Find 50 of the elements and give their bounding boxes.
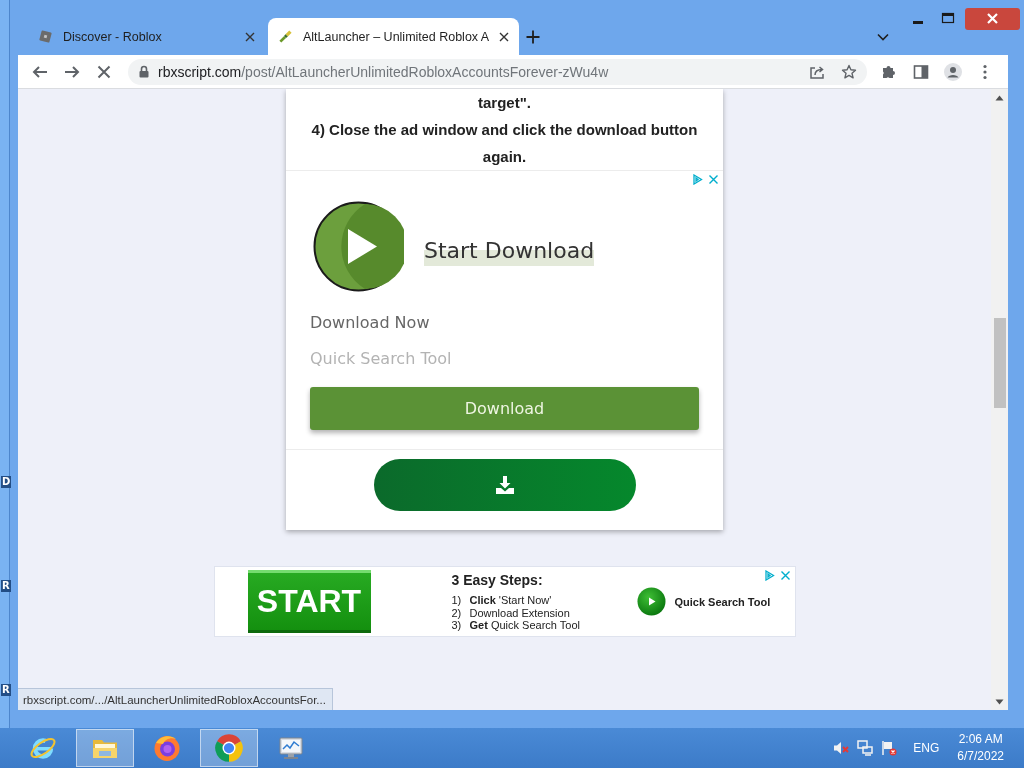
instruction-text: target". xyxy=(477,93,532,113)
step-text: Click 'Start Now' xyxy=(469,594,552,607)
ad-choices-icon[interactable] xyxy=(692,174,703,185)
scroll-down-icon[interactable] xyxy=(995,699,1004,705)
side-panel-icon[interactable] xyxy=(912,62,930,81)
ad-tagline: Quick Search Tool xyxy=(310,348,453,370)
close-icon[interactable] xyxy=(245,31,255,42)
scrollbar[interactable] xyxy=(991,89,1008,710)
address-bar[interactable]: rbxscript.com/post/AltLauncherUnlimitedRobloxAccountsForever-zWu4w xyxy=(128,58,867,85)
flag-icon[interactable] xyxy=(881,740,898,756)
scroll-up-icon[interactable] xyxy=(995,95,1004,101)
desktop-icon-label: D xyxy=(1,476,12,488)
clock-date[interactable]: 6/7/2022 xyxy=(957,748,1004,765)
network-icon[interactable] xyxy=(857,740,874,756)
browser-tab[interactable]: AltLauncher – Unlimited Roblox A xyxy=(268,18,520,55)
speaker-muted-icon[interactable] xyxy=(833,740,850,756)
step-number: 2) xyxy=(451,606,463,619)
profile-icon[interactable] xyxy=(944,62,962,81)
browser-tab[interactable]: Discover - Roblox xyxy=(28,18,265,55)
star-icon[interactable] xyxy=(841,63,857,80)
play-icon[interactable] xyxy=(313,201,404,292)
plus-icon[interactable] xyxy=(526,29,541,44)
cta-link[interactable]: Quick Search Tool xyxy=(674,595,771,608)
start-button[interactable]: START xyxy=(247,570,371,633)
step-number: 3) xyxy=(451,619,463,632)
taskbar-button[interactable] xyxy=(200,729,258,767)
firefox-icon xyxy=(152,733,182,763)
language-indicator[interactable]: ENG xyxy=(913,741,940,755)
status-url: rbxscript.com/.../AltLauncherUnlimitedRobloxAccountsFor... xyxy=(18,688,333,710)
ad-choices-icon[interactable] xyxy=(763,570,775,581)
close-icon[interactable] xyxy=(499,31,510,42)
download-button[interactable] xyxy=(373,459,636,511)
ad-subtitle: Download Now xyxy=(310,312,431,334)
download-button[interactable]: Download xyxy=(310,387,699,430)
step-text: Download Extension xyxy=(469,606,570,619)
scrollbar-thumb[interactable] xyxy=(993,318,1006,408)
chrome-icon xyxy=(214,733,244,763)
steps-heading: 3 Easy Steps: xyxy=(451,572,544,588)
favicon-icon xyxy=(38,29,53,44)
step-text: Get Quick Search Tool xyxy=(469,619,580,632)
lock-icon[interactable] xyxy=(138,65,150,78)
step-number: 1) xyxy=(451,594,463,607)
chevron-down-icon[interactable] xyxy=(877,32,889,41)
desktop-icon-label: R xyxy=(1,580,11,592)
download-icon xyxy=(494,475,515,495)
favicon-icon xyxy=(278,29,293,44)
url-text: rbxscript.com/post/AltLauncherUnlimitedRobloxAccountsForever-zWu4w xyxy=(158,63,610,80)
instruction-text: 4) Close the ad window and click the download button again. xyxy=(310,120,699,167)
desktop-icon-label: R xyxy=(1,684,11,696)
clock-time[interactable]: 2:06 AM xyxy=(958,731,1003,748)
